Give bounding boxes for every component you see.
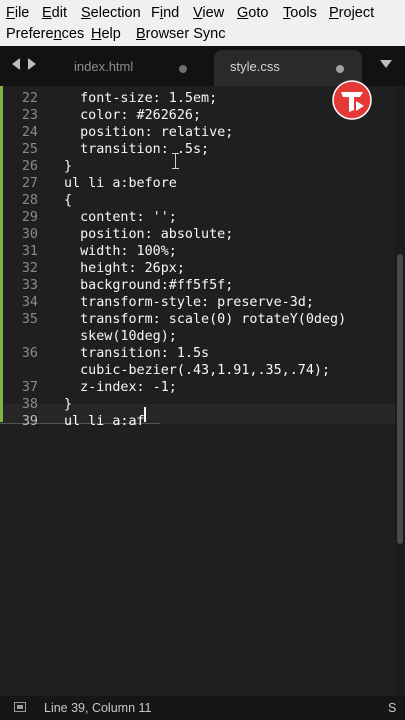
code-line[interactable]: 30 position: absolute; xyxy=(0,227,395,244)
menu-selection[interactable]: Selection xyxy=(81,3,141,23)
line-code[interactable]: height: 26px; xyxy=(64,261,185,276)
menu-project[interactable]: Project xyxy=(329,3,374,23)
line-code[interactable]: ul li a:af xyxy=(64,414,145,429)
line-number: 32 xyxy=(21,261,38,276)
code-line[interactable]: 25 transition: .5s; xyxy=(0,142,395,159)
menu-goto[interactable]: Goto xyxy=(237,3,268,23)
line-code[interactable]: position: relative; xyxy=(64,125,233,140)
menu-help[interactable]: Help xyxy=(91,24,121,44)
code-line[interactable]: 28 { xyxy=(0,193,395,210)
panel-toggle-icon[interactable] xyxy=(14,702,26,712)
cursor-position: Line 39, Column 11 xyxy=(44,701,152,715)
menu-view[interactable]: View xyxy=(193,3,224,23)
menu-browser-sync[interactable]: Browser Sync xyxy=(136,24,225,44)
line-code[interactable]: cubic-bezier(.43,1.91,.35,.74); xyxy=(64,363,330,378)
line-code[interactable]: background:#ff5f5f; xyxy=(64,278,233,293)
line-code[interactable]: transition: .5s; xyxy=(64,142,209,157)
code-line[interactable]: 29 content: ''; xyxy=(0,210,395,227)
line-number: 30 xyxy=(21,227,38,242)
code-line[interactable]: cubic-bezier(.43,1.91,.35,.74); xyxy=(0,363,395,380)
line-code[interactable]: } xyxy=(64,397,72,412)
code-line[interactable]: 31 width: 100%; xyxy=(0,244,395,261)
menu-find[interactable]: Find xyxy=(151,3,179,23)
line-code[interactable]: width: 100%; xyxy=(64,244,177,259)
menu-bar: File Edit Selection Find View Goto Tools… xyxy=(0,0,405,46)
scrollbar-thumb[interactable] xyxy=(397,254,403,544)
line-number: 31 xyxy=(21,244,38,259)
code-line[interactable]: 39 ul li a:af xyxy=(0,414,395,431)
code-line[interactable]: 34 transform-style: preserve-3d; xyxy=(0,295,395,312)
line-number: 25 xyxy=(21,142,38,157)
line-code[interactable]: transition: 1.5s xyxy=(64,346,209,361)
line-number: 27 xyxy=(21,176,38,191)
code-line[interactable]: 33 background:#ff5f5f; xyxy=(0,278,395,295)
channel-logo-icon xyxy=(332,80,372,120)
tab-label: style.css xyxy=(230,59,280,74)
line-number: 36 xyxy=(21,346,38,361)
code-line[interactable]: 26} xyxy=(0,159,395,176)
code-line[interactable]: 32 height: 26px; xyxy=(0,261,395,278)
line-code[interactable]: font-size: 1.5em; xyxy=(64,91,217,106)
tab-index-html[interactable]: index.html xyxy=(54,50,204,86)
menu-file[interactable]: File xyxy=(6,3,29,23)
code-line[interactable]: skew(10deg); xyxy=(0,329,395,346)
code-line[interactable]: 37 z-index: -1; xyxy=(0,380,395,397)
code-line[interactable]: 36 transition: 1.5s xyxy=(0,346,395,363)
tab-nav-left-icon[interactable] xyxy=(12,58,20,70)
line-number: 38 xyxy=(21,397,38,412)
line-number: 26 xyxy=(21,159,38,174)
tab-nav-right-icon[interactable] xyxy=(28,58,36,70)
text-cursor xyxy=(144,407,146,422)
menu-preferences[interactable]: Preferences xyxy=(6,24,84,44)
line-code[interactable]: } xyxy=(64,159,72,174)
tab-close-dot-icon[interactable] xyxy=(179,65,187,73)
line-number: 34 xyxy=(21,295,38,310)
code-line[interactable]: 24 position: relative; xyxy=(0,125,395,142)
line-number: 37 xyxy=(21,380,38,395)
line-number: 22 xyxy=(21,91,38,106)
line-code[interactable]: color: #262626; xyxy=(64,108,201,123)
tab-label: index.html xyxy=(74,59,134,74)
menu-tools[interactable]: Tools xyxy=(283,3,317,23)
tab-list-dropdown-icon[interactable] xyxy=(380,60,392,68)
line-code[interactable]: transform-style: preserve-3d; xyxy=(64,295,314,310)
line-number: 35 xyxy=(21,312,38,327)
code-line[interactable]: 27 ul li a:before xyxy=(0,176,395,193)
line-code[interactable]: skew(10deg); xyxy=(64,329,177,344)
line-number: 28 xyxy=(21,193,38,208)
line-code[interactable]: z-index: -1; xyxy=(64,380,177,395)
menu-edit[interactable]: Edit xyxy=(42,3,67,23)
code-line[interactable]: 35 transform: scale(0) rotateY(0deg) xyxy=(0,312,395,329)
mouse-ibeam-cursor-icon xyxy=(172,153,179,169)
line-code[interactable]: { xyxy=(64,193,72,208)
line-number: 23 xyxy=(21,108,38,123)
line-number: 29 xyxy=(21,210,38,225)
line-code[interactable]: ul li a:before xyxy=(64,176,177,191)
tab-close-dot-icon[interactable] xyxy=(336,65,344,73)
line-number: 33 xyxy=(21,278,38,293)
line-code[interactable]: position: absolute; xyxy=(64,227,233,242)
line-code[interactable]: transform: scale(0) rotateY(0deg) xyxy=(64,312,346,327)
code-editor[interactable]: 22 font-size: 1.5em; 23 color: #262626; 24… xyxy=(0,86,405,696)
status-bar: Line 39, Column 11 S xyxy=(0,696,405,720)
code-line[interactable]: 38} xyxy=(0,397,395,414)
line-number: 39 xyxy=(21,414,38,429)
line-number: 24 xyxy=(21,125,38,140)
status-right-label[interactable]: S xyxy=(388,701,396,715)
line-code[interactable]: content: ''; xyxy=(64,210,177,225)
